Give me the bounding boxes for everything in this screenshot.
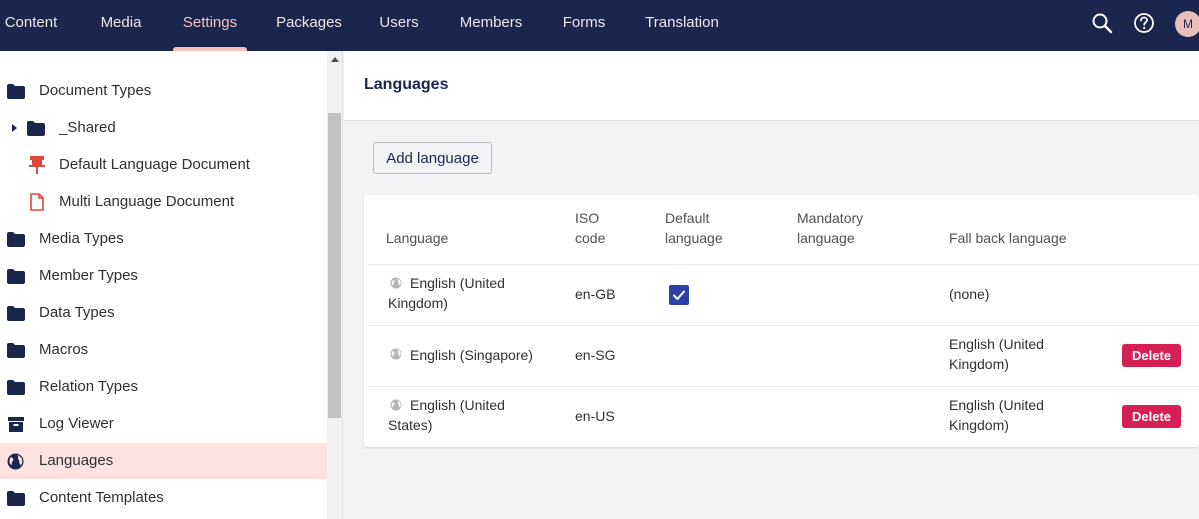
user-avatar[interactable]: M (1175, 11, 1199, 37)
header-iso-line-2: code (575, 230, 606, 246)
fallback-line-2: Kingdom) (949, 356, 1009, 372)
fallback-line-1: (none) (949, 286, 990, 302)
language-name-line-1: English (United (410, 397, 505, 413)
language-name-line-1: English (Singapore) (410, 347, 533, 363)
iso-code: en-GB (575, 286, 616, 302)
add-language-button[interactable]: Add language (373, 142, 492, 174)
section-settings[interactable]: Settings (173, 0, 247, 51)
tree-item-label: Document Types (39, 82, 152, 99)
folder-icon (7, 491, 25, 511)
table-row[interactable]: English (United States) en-US English (U… (368, 386, 1199, 447)
pushpin-icon (29, 155, 45, 180)
help-icon[interactable] (1133, 12, 1155, 34)
languages-table: Language ISO code Default language Manda… (364, 195, 1199, 447)
fallback-line-1: English (United (949, 336, 1044, 352)
tree-item-macros[interactable]: Macros (0, 332, 327, 368)
language-name-line-2: Kingdom) (388, 295, 448, 311)
folder-icon (7, 343, 25, 363)
delete-button[interactable]: Delete (1122, 405, 1181, 428)
header-mandatory-line-1: Mandatory (797, 210, 864, 226)
header-mandatory-line-2: language (797, 230, 855, 246)
section-content[interactable]: Content (0, 0, 62, 51)
folder-icon (7, 306, 25, 326)
tree-item-label: Log Viewer (39, 415, 114, 432)
header-iso-code: ISO code (575, 208, 605, 248)
header-language: Language (386, 230, 449, 246)
tree-item-media-types[interactable]: Media Types (0, 221, 327, 257)
header-iso-line-1: ISO (575, 210, 600, 226)
folder-icon (27, 121, 45, 141)
tree-scrollbar[interactable] (327, 51, 343, 519)
tree-item-multi-language-document[interactable]: Multi Language Document (0, 184, 327, 220)
folder-icon (7, 232, 25, 252)
section-media[interactable]: Media (90, 0, 152, 51)
fallback-line-1: English (United (949, 397, 1044, 413)
tree-item-label: Languages (39, 452, 114, 469)
folder-icon (7, 380, 25, 400)
tree-item-relation-types[interactable]: Relation Types (0, 369, 327, 405)
checkmark-icon (673, 290, 685, 300)
page-title: Languages (364, 76, 449, 93)
tree-item-shared[interactable]: _Shared (0, 110, 327, 146)
header-default-line-2: language (665, 230, 723, 246)
tree-item-log-viewer[interactable]: Log Viewer (0, 406, 327, 442)
tree-item-label: Relation Types (39, 378, 138, 395)
header-default-language: Default language (665, 208, 723, 248)
section-users[interactable]: Users (370, 0, 428, 51)
delete-button[interactable]: Delete (1122, 344, 1181, 367)
fallback-language: English (United Kingdom) (949, 395, 1044, 435)
tree-item-content-templates[interactable]: Content Templates (0, 480, 327, 516)
header-mandatory-language: Mandatory language (797, 208, 863, 248)
header-default-line-1: Default (665, 210, 710, 226)
caret-right-icon[interactable] (12, 124, 17, 132)
folder-icon (7, 269, 25, 289)
tree-item-label: Macros (39, 341, 89, 358)
scroll-up-arrow-icon[interactable] (331, 57, 339, 62)
default-language-checkbox[interactable] (669, 285, 689, 305)
table-row[interactable]: English (United Kingdom) en-GB (none) (368, 264, 1199, 325)
document-icon (30, 193, 44, 216)
tree-item-member-types[interactable]: Member Types (0, 258, 327, 294)
archive-icon (8, 417, 24, 437)
tree-item-label: Media Types (39, 230, 124, 247)
language-name[interactable]: English (Singapore) (388, 345, 558, 365)
iso-code: en-SG (575, 347, 616, 363)
iso-code: en-US (575, 408, 615, 424)
settings-tree: Document Types _Shared Default Language … (0, 51, 327, 519)
table-row[interactable]: English (Singapore) en-SG English (Unite… (368, 325, 1199, 386)
scrollbar-thumb[interactable] (328, 113, 341, 418)
tree-item-label: _Shared (59, 119, 116, 136)
language-name-line-2: States) (388, 417, 433, 433)
section-members[interactable]: Members (450, 0, 532, 51)
tree-item-default-language-document[interactable]: Default Language Document (0, 147, 327, 183)
language-name[interactable]: English (United States) (388, 395, 558, 435)
tree-item-data-types[interactable]: Data Types (0, 295, 327, 331)
section-forms[interactable]: Forms (555, 0, 613, 51)
language-name-line-1: English (United (410, 275, 505, 291)
top-navigation: Content Media Settings Packages Users Me… (0, 0, 1199, 51)
tree-item-label: Data Types (39, 304, 115, 321)
tree-item-document-types[interactable]: Document Types (0, 73, 327, 109)
fallback-language: (none) (949, 284, 989, 304)
tree-item-label: Content Templates (39, 489, 164, 506)
tree-item-label: Member Types (39, 267, 138, 284)
folder-icon (7, 84, 25, 104)
main-header: Languages (344, 51, 1199, 121)
tree-item-languages[interactable]: Languages (0, 443, 327, 479)
tree-item-label: Multi Language Document (59, 193, 235, 210)
search-icon[interactable] (1091, 12, 1113, 34)
section-translation[interactable]: Translation (636, 0, 728, 51)
tree-item-label: Default Language Document (59, 156, 250, 173)
header-fallback-language: Fall back language (949, 230, 1067, 246)
language-name[interactable]: English (United Kingdom) (388, 273, 558, 313)
globe-icon (7, 453, 24, 475)
fallback-language: English (United Kingdom) (949, 334, 1044, 374)
section-packages[interactable]: Packages (268, 0, 350, 51)
fallback-line-2: Kingdom) (949, 417, 1009, 433)
